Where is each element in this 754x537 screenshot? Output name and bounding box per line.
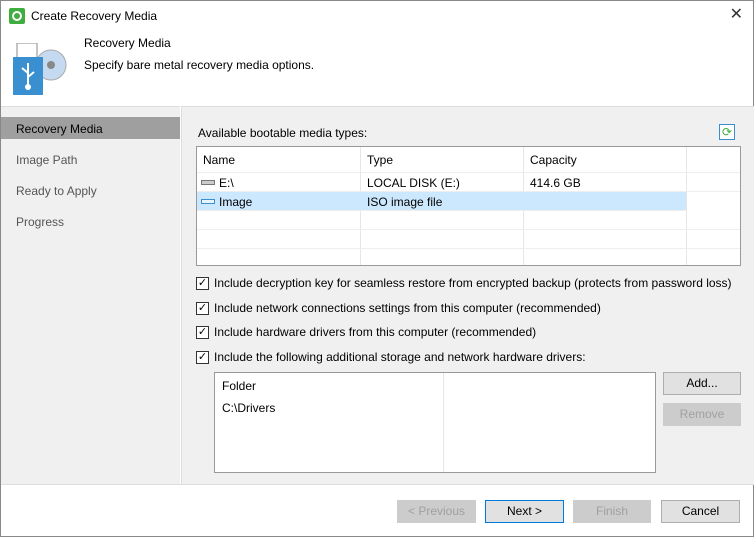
checkbox[interactable]: ✓ <box>196 276 209 290</box>
column-capacity[interactable]: Capacity <box>530 153 577 167</box>
drive-icon <box>201 180 215 185</box>
row-capacity: 414.6 GB <box>530 176 581 190</box>
row-name: Image <box>219 195 253 209</box>
column-name[interactable]: Name <box>203 153 235 167</box>
option-label: Include decryption key for seamless rest… <box>214 276 732 290</box>
option-hardware-drivers[interactable]: ✓ Include hardware drivers from this comp… <box>196 325 536 339</box>
row-name: E:\ <box>219 176 234 190</box>
header-title: Recovery Media <box>84 36 171 50</box>
drivers-list: Folder C:\Drivers <box>214 372 656 473</box>
checkbox[interactable]: ✓ <box>196 325 209 339</box>
sidebar: Recovery Media Image Path Ready to Apply… <box>1 106 180 484</box>
option-decryption-key[interactable]: ✓ Include decryption key for seamless res… <box>196 276 732 290</box>
table-row-selected[interactable]: Image ISO image file <box>197 192 686 211</box>
option-label: Include network connections settings fro… <box>214 301 601 315</box>
option-label: Include the following additional storage… <box>214 350 586 364</box>
refresh-icon[interactable]: ⟳ <box>719 124 735 140</box>
previous-button[interactable]: < Previous <box>397 500 476 523</box>
sidebar-item-progress[interactable]: Progress <box>1 210 180 232</box>
row-type: ISO image file <box>367 195 443 209</box>
sidebar-item-image-path[interactable]: Image Path <box>1 148 180 170</box>
table-row[interactable]: E:\ LOCAL DISK (E:) 414.6 GB <box>197 173 740 192</box>
sidebar-item-recovery-media[interactable]: Recovery Media <box>1 117 180 139</box>
table-header: Name Type Capacity <box>197 147 740 173</box>
column-type[interactable]: Type <box>367 153 393 167</box>
cancel-button[interactable]: Cancel <box>661 500 740 523</box>
image-icon <box>201 199 215 204</box>
checkbox[interactable]: ✓ <box>196 301 209 315</box>
window-title: Create Recovery Media <box>31 9 158 23</box>
sidebar-item-ready-to-apply[interactable]: Ready to Apply <box>1 179 180 201</box>
header-subtitle: Specify bare metal recovery media option… <box>84 58 315 72</box>
checkbox[interactable]: ✓ <box>196 350 209 364</box>
row-type: LOCAL DISK (E:) <box>367 176 460 190</box>
finish-button[interactable]: Finish <box>573 500 651 523</box>
add-button[interactable]: Add... <box>663 372 741 395</box>
usb-media-icon <box>13 43 67 95</box>
option-label: Include hardware drivers from this compu… <box>214 325 537 339</box>
media-types-label: Available bootable media types: <box>198 126 368 140</box>
option-network-settings[interactable]: ✓ Include network connections settings fr… <box>196 301 601 315</box>
next-button[interactable]: Next > <box>485 500 564 523</box>
app-icon <box>9 8 25 24</box>
divider <box>1 484 754 485</box>
column-folder[interactable]: Folder <box>222 379 256 393</box>
list-item[interactable]: C:\Drivers <box>222 401 275 415</box>
remove-button[interactable]: Remove <box>663 403 741 426</box>
close-icon[interactable]: ✕ <box>730 4 743 24</box>
media-table: Name Type Capacity E:\ LOCAL DISK (E:) 4… <box>196 146 741 266</box>
option-additional-drivers[interactable]: ✓ Include the following additional storag… <box>196 350 586 364</box>
